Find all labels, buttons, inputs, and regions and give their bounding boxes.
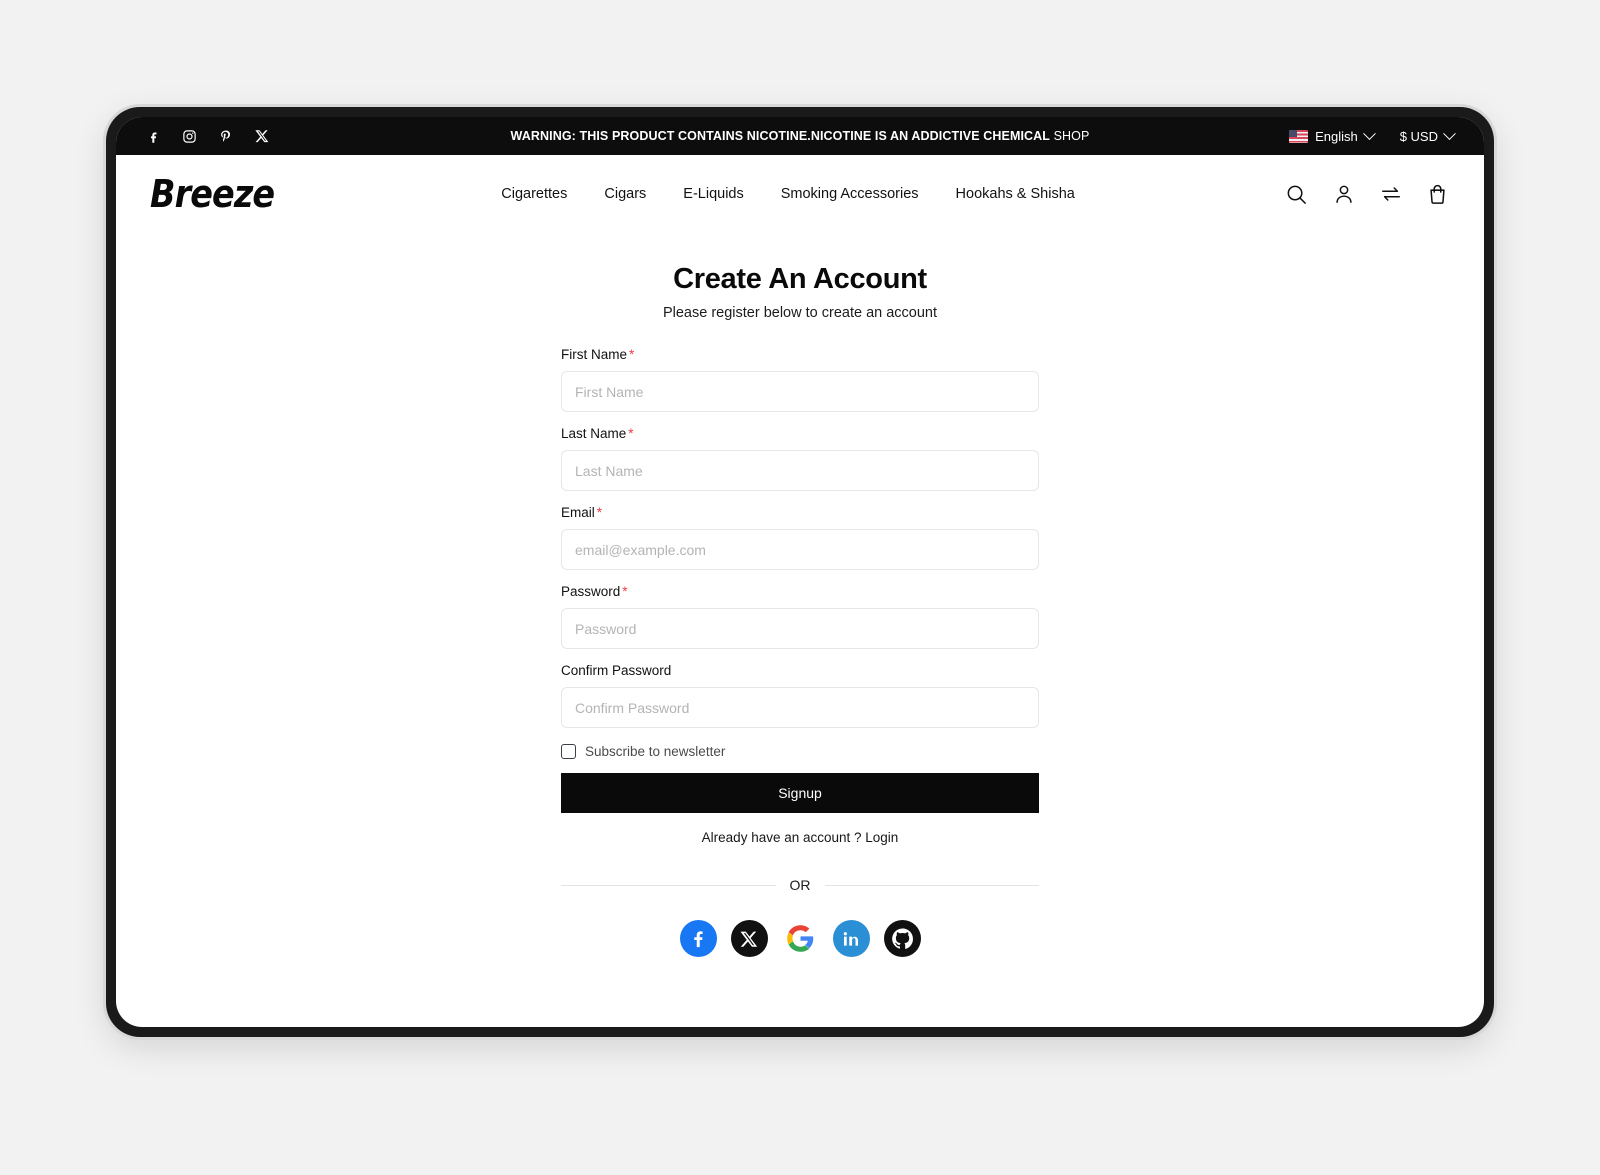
- first-name-input[interactable]: [561, 371, 1039, 412]
- password-input[interactable]: [561, 608, 1039, 649]
- newsletter-row: Subscribe to newsletter: [561, 744, 1039, 759]
- chevron-down-icon: [1362, 126, 1376, 140]
- cart-icon[interactable]: [1426, 182, 1450, 206]
- password-label: Password *: [561, 584, 1039, 599]
- last-name-label-text: Last Name: [561, 426, 627, 441]
- account-icon[interactable]: [1332, 182, 1356, 206]
- newsletter-checkbox[interactable]: [561, 744, 576, 759]
- linkedin-login-icon[interactable]: [832, 920, 870, 957]
- signup-page: Create An Account Please register below …: [116, 233, 1484, 957]
- divider-line-left: [561, 884, 776, 886]
- required-asterisk: *: [629, 347, 635, 362]
- first-name-label: First Name *: [561, 347, 1039, 362]
- required-asterisk: *: [622, 584, 628, 599]
- required-asterisk: *: [596, 505, 603, 520]
- last-name-label: Last Name *: [561, 426, 1039, 441]
- email-field: Email *: [561, 505, 1039, 570]
- google-login-icon[interactable]: [782, 920, 819, 957]
- confirm-password-input[interactable]: [561, 687, 1039, 728]
- instagram-icon[interactable]: [182, 129, 197, 144]
- nav-item-smoking-accessories[interactable]: Smoking Accessories: [781, 186, 919, 202]
- email-input[interactable]: [561, 529, 1039, 570]
- language-selector[interactable]: English: [1289, 126, 1376, 144]
- site-header: Breeze Cigarettes Cigars E-Liquids Smoki…: [116, 155, 1484, 233]
- compare-icon[interactable]: [1379, 182, 1403, 206]
- signup-button[interactable]: Signup: [561, 773, 1039, 813]
- email-label-text: Email: [561, 505, 595, 520]
- confirm-password-label: Confirm Password: [561, 663, 672, 678]
- facebook-login-icon[interactable]: [679, 920, 717, 957]
- warning-text: WARNING: THIS PRODUCT CONTAINS NICOTINE.…: [510, 129, 1051, 143]
- topbar-selectors: English $ USD: [1289, 126, 1456, 144]
- device-frame: WARNING: THIS PRODUCT CONTAINS NICOTINE.…: [106, 107, 1494, 1037]
- github-login-icon[interactable]: [883, 920, 921, 957]
- language-label: English: [1315, 128, 1358, 144]
- nav-item-e-liquids[interactable]: E-Liquids: [683, 186, 743, 202]
- nav-item-cigars[interactable]: Cigars: [604, 186, 646, 202]
- first-name-field: First Name *: [561, 347, 1039, 412]
- nicotine-warning-notice: WARNING: THIS PRODUCT CONTAINS NICOTINE.…: [116, 129, 1484, 143]
- last-name-field: Last Name *: [561, 426, 1039, 491]
- currency-selector[interactable]: $ USD: [1399, 126, 1456, 144]
- topbar-social-links: [146, 129, 269, 144]
- announcement-bar: WARNING: THIS PRODUCT CONTAINS NICOTINE.…: [116, 117, 1484, 155]
- site-logo[interactable]: Breeze: [150, 175, 275, 213]
- signup-form: First Name* Last Name* Email*: [561, 347, 1039, 957]
- social-login-row: [561, 920, 1039, 957]
- divider-line-right: [824, 884, 1039, 886]
- x-icon[interactable]: [254, 129, 269, 144]
- first-name-label-text: First Name: [561, 347, 628, 362]
- page-title: Create An Account: [673, 263, 927, 295]
- main-navigation: Cigarettes Cigars E-Liquids Smoking Acce…: [501, 186, 1075, 202]
- currency-label: $ USD: [1399, 128, 1438, 144]
- email-label: Email *: [561, 505, 1039, 520]
- pinterest-icon[interactable]: [218, 129, 233, 144]
- shop-text: SHOP: [1053, 129, 1090, 143]
- required-asterisk: *: [628, 426, 634, 441]
- search-icon[interactable]: [1285, 182, 1309, 206]
- or-label: OR: [789, 877, 811, 893]
- or-divider: OR: [561, 877, 1039, 893]
- header-action-icons: [1285, 182, 1450, 206]
- nav-item-hookahs-shisha[interactable]: Hookahs & Shisha: [956, 186, 1075, 202]
- browser-viewport: WARNING: THIS PRODUCT CONTAINS NICOTINE.…: [116, 117, 1484, 1027]
- password-field: Password *: [561, 584, 1039, 649]
- newsletter-label[interactable]: Subscribe to newsletter: [585, 744, 725, 759]
- chevron-down-icon: [1443, 126, 1456, 140]
- confirm-password-field: Confirm Password: [561, 663, 1039, 728]
- us-flag-icon: [1289, 129, 1309, 143]
- page-subtitle: Please register below to create an accou…: [662, 305, 938, 321]
- login-prompt[interactable]: Already have an account ? Login: [561, 830, 1039, 845]
- facebook-icon[interactable]: [146, 129, 161, 144]
- last-name-input[interactable]: [561, 450, 1039, 491]
- x-login-icon[interactable]: [730, 920, 768, 957]
- nav-item-cigarettes[interactable]: Cigarettes: [501, 186, 567, 202]
- password-label-text: Password: [561, 584, 621, 599]
